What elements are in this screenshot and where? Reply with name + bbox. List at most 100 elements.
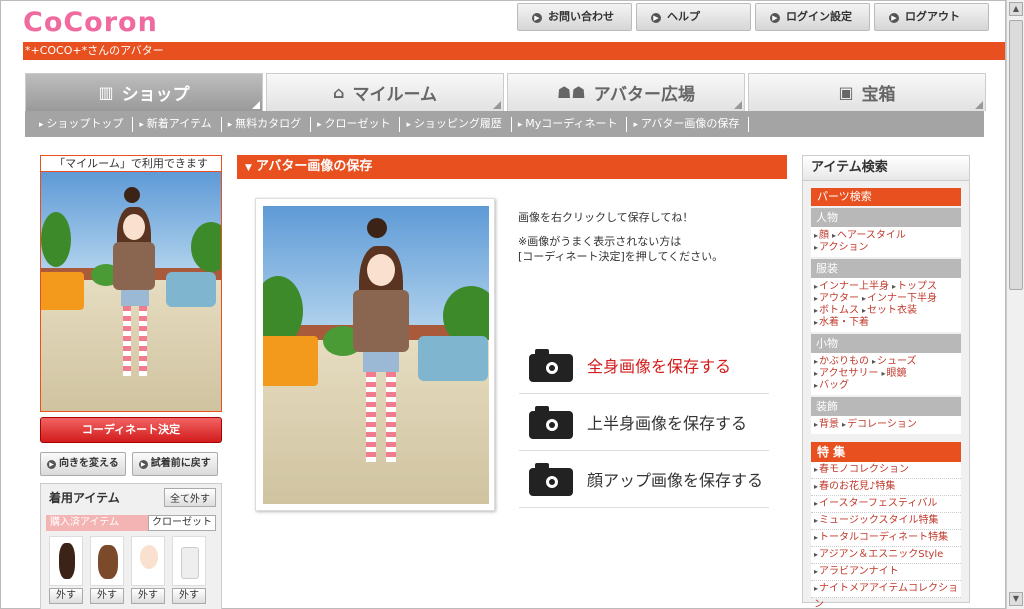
main-tabs: ▥ ショップ ⌂ マイルーム ☗☗ アバター広場 ▣ 宝箱	[25, 73, 986, 111]
feature-link[interactable]: 春のお花見♪特集	[811, 479, 961, 496]
closet-tab[interactable]: クローゼット	[148, 515, 216, 531]
vertical-scrollbar[interactable]: ▲ ▼	[1006, 0, 1024, 609]
user-avatar-title: *+COCO+*さんのアバター	[23, 42, 1005, 60]
scroll-down-icon[interactable]: ▼	[1009, 592, 1023, 606]
arrow-right-icon: ▶	[651, 13, 661, 23]
item-thumbnail[interactable]	[49, 536, 83, 586]
reset-tryon-button[interactable]: ▶ 試着前に戻す	[131, 452, 218, 476]
link-hairstyle[interactable]: ヘアースタイル	[832, 230, 906, 241]
camera-icon	[529, 462, 573, 496]
arrow-right-icon: ▶	[138, 460, 148, 469]
camera-icon	[529, 405, 573, 439]
save-instructions: 画像を右クリックして保存してね！ ※画像がうまく表示されない方は [コーディネー…	[518, 211, 724, 263]
category-decoration: 装飾	[811, 397, 961, 416]
link-shoes[interactable]: シューズ	[872, 356, 917, 367]
feature-link[interactable]: アラビアンナイト	[811, 564, 961, 581]
link-swimwear[interactable]: 水着・下着	[814, 317, 869, 328]
feature-link[interactable]: イースターフェスティバル	[811, 496, 961, 513]
link-bag[interactable]: バッグ	[814, 380, 849, 391]
feature-link[interactable]: アジアン＆エスニックStyle	[811, 547, 961, 564]
triangle-down-icon: ▼	[245, 163, 252, 173]
feature-list: 春モノコレクション 春のお花見♪特集 イースターフェスティバル ミュージックスタ…	[811, 462, 961, 609]
people-icon: ☗☗	[556, 83, 586, 102]
link-inner-upper[interactable]: インナー上半身	[814, 281, 889, 292]
subnav-free-catalog[interactable]: 無料カタログ	[222, 116, 312, 132]
save-full-body-link[interactable]: 全身画像を保存する	[519, 337, 769, 394]
link-background[interactable]: 背景	[814, 419, 839, 430]
camera-icon	[529, 348, 573, 382]
link-action[interactable]: アクション	[814, 242, 869, 253]
parts-search-header: パーツ検索	[811, 188, 961, 206]
login-settings-link[interactable]: ▶ ログイン設定	[755, 3, 870, 31]
scroll-up-icon[interactable]: ▲	[1009, 2, 1023, 16]
category-accessories: 小物	[811, 334, 961, 353]
link-face[interactable]: 顔	[814, 230, 829, 241]
remove-item-button[interactable]: 外す	[172, 588, 206, 604]
shop-icon: ▥	[98, 83, 114, 102]
logout-link[interactable]: ▶ ログアウト	[874, 3, 989, 31]
subnav-shop-top[interactable]: ショップトップ	[33, 116, 134, 132]
left-column: 「マイルーム」で利用できます コーディネート決定 ▶ 向きを変える ▶ 試着前に…	[40, 155, 222, 609]
item-search-title: アイテム検索	[802, 155, 970, 181]
section-title: ▼ アバター画像の保存	[237, 155, 787, 179]
wearing-items-title: 着用アイテム	[49, 491, 120, 505]
remove-item-button[interactable]: 外す	[90, 588, 124, 604]
arrow-right-icon: ▶	[770, 13, 780, 23]
tab-avatar-plaza[interactable]: ☗☗ アバター広場	[507, 73, 745, 111]
cocoron-logo[interactable]: CoCoron	[23, 7, 158, 38]
list-item: 外す	[131, 536, 165, 604]
scroll-thumb[interactable]	[1009, 20, 1023, 290]
subnav-new-items[interactable]: 新着アイテム	[133, 116, 222, 132]
save-options-list: 全身画像を保存する 上半身画像を保存する 顔アップ画像を保存する	[519, 337, 769, 508]
top-links: ▶ お問い合わせ ▶ ヘルプ ▶ ログイン設定 ▶ ログアウト	[517, 3, 989, 31]
avatar-photo-frame	[255, 198, 495, 511]
link-outer[interactable]: アウター	[814, 293, 859, 304]
tab-treasure-box[interactable]: ▣ 宝箱	[748, 73, 986, 111]
feature-link[interactable]: 春モノコレクション	[811, 462, 961, 479]
arrow-right-icon: ▶	[532, 13, 542, 23]
category-person: 人物	[811, 208, 961, 227]
list-item: 外す	[90, 536, 124, 604]
avatar-full-image[interactable]	[263, 206, 489, 504]
subnav-shopping-history[interactable]: ショッピング履歴	[400, 116, 512, 132]
feature-link[interactable]: ミュージックスタイル特集	[811, 513, 961, 530]
arrow-right-icon: ▶	[47, 460, 56, 469]
feature-link[interactable]: ナイトメアアイテムコレクション	[811, 581, 961, 609]
remove-item-button[interactable]: 外す	[131, 588, 165, 604]
save-face-up-link[interactable]: 顔アップ画像を保存する	[519, 451, 769, 508]
link-set-costume[interactable]: セット衣装	[862, 305, 917, 316]
subnav-closet[interactable]: クローゼット	[311, 116, 401, 132]
coordinate-decide-button[interactable]: コーディネート決定	[40, 417, 222, 443]
item-thumbnail[interactable]	[90, 536, 124, 586]
save-upper-body-link[interactable]: 上半身画像を保存する	[519, 394, 769, 451]
link-glasses[interactable]: 眼鏡	[882, 368, 907, 379]
subnav-save-avatar-image[interactable]: アバター画像の保存	[627, 116, 750, 132]
link-bottoms[interactable]: ボトムス	[814, 305, 859, 316]
tab-shop[interactable]: ▥ ショップ	[25, 73, 263, 111]
help-link[interactable]: ▶ ヘルプ	[636, 3, 751, 31]
treasure-box-icon: ▣	[838, 83, 854, 102]
avatar-preview-box: 「マイルーム」で利用できます	[40, 155, 222, 412]
turn-direction-button[interactable]: ▶ 向きを変える	[40, 452, 126, 476]
contact-link[interactable]: ▶ お問い合わせ	[517, 3, 632, 31]
subnav-my-coordinate[interactable]: Myコーディネート	[512, 116, 628, 132]
link-accessory[interactable]: アクセサリー	[814, 368, 879, 379]
item-thumbnail[interactable]	[172, 536, 206, 586]
remove-item-button[interactable]: 外す	[49, 588, 83, 604]
purchased-items-tab[interactable]: 購入済アイテム	[46, 515, 148, 531]
avatar-preview-image	[41, 172, 221, 411]
avatar-caption: 「マイルーム」で利用できます	[41, 156, 221, 172]
link-decoration[interactable]: デコレーション	[842, 419, 917, 430]
link-headwear[interactable]: かぶりもの	[814, 356, 869, 367]
item-thumbnail[interactable]	[131, 536, 165, 586]
remove-all-button[interactable]: 全て外す	[164, 488, 216, 507]
wearing-items-panel: 着用アイテム 全て外す 購入済アイテム クローゼット 外す 外す 外す 外す	[40, 483, 222, 609]
link-tops[interactable]: トップス	[892, 281, 937, 292]
tab-myroom[interactable]: ⌂ マイルーム	[266, 73, 504, 111]
browser-page: CoCoron ▶ お問い合わせ ▶ ヘルプ ▶ ログイン設定 ▶ ログアウト *+CO…	[0, 0, 1006, 609]
wearing-items-list: 外す 外す 外す 外す	[49, 536, 221, 604]
list-item: 外す	[172, 536, 206, 604]
shop-subnav: ショップトップ 新着アイテム 無料カタログ クローゼット ショッピング履歴 My…	[25, 111, 984, 137]
feature-link[interactable]: トータルコーディネート特集	[811, 530, 961, 547]
link-inner-lower[interactable]: インナー下半身	[862, 293, 937, 304]
